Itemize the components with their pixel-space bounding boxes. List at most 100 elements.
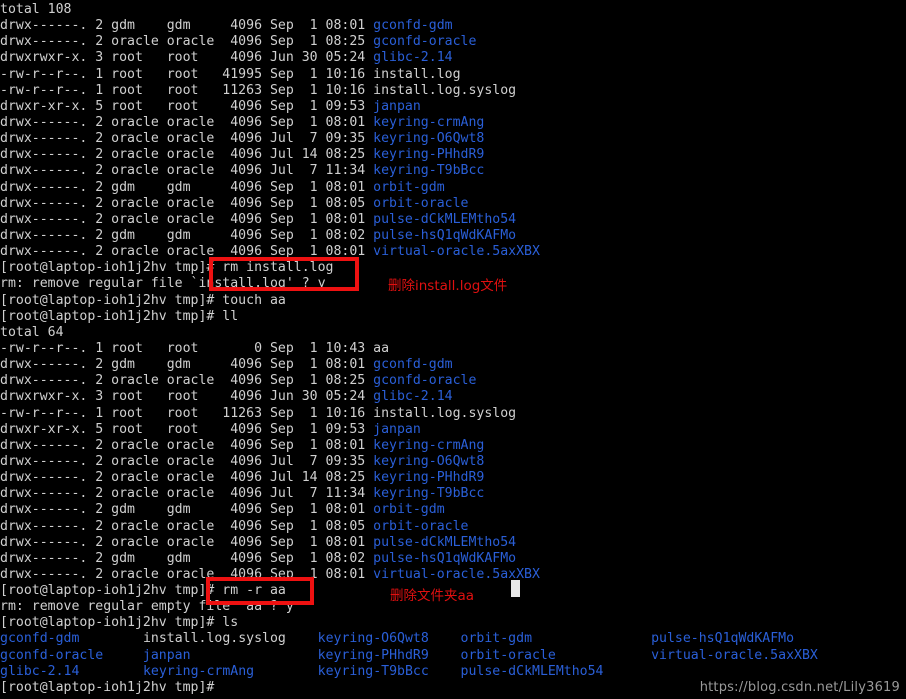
terminal-listing-row: drwx------. 2 gdm gdm 4096 Sep 1 08:01 g… (0, 18, 906, 34)
listing-metadata: drwx------. 2 gdm gdm 4096 Sep 1 08:02 (0, 227, 374, 243)
terminal-listing-row: drwx------. 2 gdm gdm 4096 Sep 1 08:02 p… (0, 228, 906, 244)
output-text: total 64 (0, 324, 64, 340)
terminal-listing-row: -rw-r--r--. 1 root root 41995 Sep 1 10:1… (0, 67, 906, 83)
terminal-listing-row: drwxr-xr-x. 5 root root 4096 Sep 1 09:53… (0, 99, 906, 115)
listing-filename: install.log.syslog (373, 405, 517, 421)
terminal-listing-row: -rw-r--r--. 1 root root 11263 Sep 1 10:1… (0, 406, 906, 422)
listing-metadata: drwxr-xr-x. 5 root root 4096 Sep 1 09:53 (0, 98, 374, 114)
command-text: [root@laptop-ioh1j2hv tmp]# rm install.l… (0, 260, 334, 276)
listing-metadata: drwx------. 2 oracle oracle 4096 Sep 1 0… (0, 373, 374, 389)
ls-output-row: gconfd-oracle janpan keyring-PHhdR9 orbi… (0, 648, 906, 664)
listing-filename: install.log.syslog (373, 82, 517, 98)
terminal-listing-row: drwx------. 2 gdm gdm 4096 Sep 1 08:02 p… (0, 551, 906, 567)
terminal-listing-row: drwx------. 2 gdm gdm 4096 Sep 1 08:01 o… (0, 180, 906, 196)
terminal-listing-row: drwx------. 2 oracle oracle 4096 Sep 1 0… (0, 438, 906, 454)
terminal-listing-row: drwx------. 2 oracle oracle 4096 Jul 14 … (0, 470, 906, 486)
listing-filename: pulse-hsQ1qWdKAFMo (373, 227, 517, 243)
annotation-delete-folder-aa: 删除文件夹aa (390, 588, 475, 604)
terminal-listing-row: drwx------. 2 oracle oracle 4096 Sep 1 0… (0, 519, 906, 535)
ls-filename: gconfd-gdm (0, 631, 80, 647)
listing-filename: janpan (373, 421, 421, 437)
listing-metadata: drwx------. 2 oracle oracle 4096 Jul 14 … (0, 470, 374, 486)
listing-filename: keyring-O6Qwt8 (373, 131, 485, 147)
listing-metadata: drwx------. 2 gdm gdm 4096 Sep 1 08:01 (0, 357, 374, 373)
prompt-text: [root@laptop-ioh1j2hv tmp]# (0, 679, 215, 695)
text-cursor (511, 580, 520, 597)
command-text: [root@laptop-ioh1j2hv tmp]# ll (0, 308, 239, 324)
listing-filename: keyring-T9bBcc (373, 163, 485, 179)
terminal-listing-row: drwxrwxr-x. 3 root root 4096 Jun 30 05:2… (0, 50, 906, 66)
terminal-command-line: [root@laptop-ioh1j2hv tmp]# ll (0, 309, 906, 325)
listing-metadata: -rw-r--r--. 1 root root 11263 Sep 1 10:1… (0, 405, 374, 421)
listing-filename: pulse-hsQ1qWdKAFMo (373, 550, 517, 566)
terminal-command-line: [root@laptop-ioh1j2hv tmp]# touch aa (0, 293, 906, 309)
terminal-listing-row: drwx------. 2 oracle oracle 4096 Jul 7 1… (0, 163, 906, 179)
listing-metadata: drwx------. 2 gdm gdm 4096 Sep 1 08:02 (0, 550, 374, 566)
listing-metadata: drwx------. 2 gdm gdm 4096 Sep 1 08:01 (0, 502, 374, 518)
terminal-listing-row: drwx------. 2 oracle oracle 4096 Sep 1 0… (0, 196, 906, 212)
command-text: [root@laptop-ioh1j2hv tmp]# touch aa (0, 292, 286, 308)
terminal-listing-row: drwx------. 2 oracle oracle 4096 Jul 7 0… (0, 131, 906, 147)
listing-filename: glibc-2.14 (373, 50, 453, 66)
ls-filename: keyring-crmAng (142, 663, 255, 679)
listing-filename: pulse-dCkMLEMtho54 (373, 211, 517, 227)
terminal-listing-row: drwx------. 2 oracle oracle 4096 Sep 1 0… (0, 244, 906, 260)
listing-metadata: -rw-r--r--. 1 root root 11263 Sep 1 10:1… (0, 82, 374, 98)
listing-filename: gconfd-oracle (373, 34, 477, 50)
ls-filename: virtual-oracle.5axXBX (651, 647, 818, 663)
listing-filename: pulse-dCkMLEMtho54 (373, 534, 517, 550)
terminal-listing-row: drwx------. 2 oracle oracle 4096 Jul 7 1… (0, 486, 906, 502)
listing-metadata: drwx------. 2 oracle oracle 4096 Jul 7 1… (0, 163, 374, 179)
terminal-command-line: [root@laptop-ioh1j2hv tmp]# ls (0, 615, 906, 631)
terminal-listing-row: -rw-r--r--. 1 root root 0 Sep 1 10:43 aa (0, 341, 906, 357)
listing-filename: gconfd-oracle (373, 373, 477, 389)
listing-metadata: drwx------. 2 oracle oracle 4096 Sep 1 0… (0, 566, 374, 582)
listing-metadata: drwx------. 2 oracle oracle 4096 Sep 1 0… (0, 114, 374, 130)
listing-filename: orbit-gdm (373, 502, 445, 518)
listing-filename: install.log (373, 66, 461, 82)
listing-metadata: drwx------. 2 oracle oracle 4096 Jul 7 0… (0, 453, 374, 469)
terminal-listing-row: -rw-r--r--. 1 root root 11263 Sep 1 10:1… (0, 83, 906, 99)
listing-filename: orbit-gdm (373, 179, 445, 195)
ls-filename: keyring-PHhdR9 (317, 647, 429, 663)
listing-filename: keyring-O6Qwt8 (373, 453, 485, 469)
listing-metadata: drwx------. 2 gdm gdm 4096 Sep 1 08:01 (0, 179, 374, 195)
listing-filename: orbit-oracle (373, 518, 469, 534)
terminal-window[interactable]: total 108 drwx------. 2 gdm gdm 4096 Sep … (0, 0, 906, 699)
terminal-listing-row: drwx------. 2 oracle oracle 4096 Sep 1 0… (0, 115, 906, 131)
ls-filename: keyring-T9bBcc (317, 663, 429, 679)
listing-metadata: drwx------. 2 oracle oracle 4096 Jul 14 … (0, 147, 374, 163)
output-text: total 108 (0, 2, 72, 17)
terminal-output-line: total 108 (0, 2, 906, 18)
listing-metadata: -rw-r--r--. 1 root root 41995 Sep 1 10:1… (0, 66, 374, 82)
ls-filename: glibc-2.14 (0, 663, 80, 679)
listing-metadata: drwxr-xr-x. 5 root root 4096 Sep 1 09:53 (0, 421, 374, 437)
terminal-listing-row: drwx------. 2 oracle oracle 4096 Sep 1 0… (0, 212, 906, 228)
terminal-listing-row: drwxr-xr-x. 5 root root 4096 Sep 1 09:53… (0, 422, 906, 438)
listing-filename: virtual-oracle.5axXBX (373, 244, 540, 260)
listing-filename: keyring-PHhdR9 (373, 470, 485, 486)
terminal-listing-row: drwxrwxr-x. 3 root root 4096 Jun 30 05:2… (0, 389, 906, 405)
listing-filename: gconfd-gdm (373, 18, 453, 34)
ls-output-row: glibc-2.14 keyring-crmAng keyring-T9bBcc… (0, 664, 906, 680)
listing-filename: keyring-crmAng (373, 114, 485, 130)
listing-metadata: drwxrwxr-x. 3 root root 4096 Jun 30 05:2… (0, 50, 374, 66)
listing-metadata: drwx------. 2 oracle oracle 4096 Sep 1 0… (0, 534, 374, 550)
command-text: [root@laptop-ioh1j2hv tmp]# ls (0, 615, 239, 631)
listing-metadata: drwx------. 2 oracle oracle 4096 Sep 1 0… (0, 518, 374, 534)
listing-metadata: drwx------. 2 oracle oracle 4096 Sep 1 0… (0, 34, 374, 50)
listing-metadata: drwx------. 2 gdm gdm 4096 Sep 1 08:01 (0, 18, 374, 34)
terminal-listing-row: drwx------. 2 oracle oracle 4096 Sep 1 0… (0, 34, 906, 50)
listing-filename: orbit-oracle (373, 195, 469, 211)
terminal-listing-row: drwx------. 2 oracle oracle 4096 Jul 14 … (0, 147, 906, 163)
terminal-listing-row: drwx------. 2 oracle oracle 4096 Sep 1 0… (0, 567, 906, 583)
terminal-listing-row: drwx------. 2 oracle oracle 4096 Jul 7 0… (0, 454, 906, 470)
ls-filename: keyring-O6Qwt8 (317, 631, 429, 647)
annotation-delete-install-log: 删除install.log文件 (388, 278, 508, 294)
terminal-listing-row: drwx------. 2 gdm gdm 4096 Sep 1 08:01 g… (0, 357, 906, 373)
output-text: rm: remove regular empty file aa ? y (0, 599, 294, 615)
ls-filename: gconfd-oracle (0, 647, 104, 663)
ls-filename: install.log.syslog (142, 631, 286, 647)
terminal-listing-row: drwx------. 2 gdm gdm 4096 Sep 1 08:01 o… (0, 502, 906, 518)
listing-filename: keyring-crmAng (373, 437, 485, 453)
